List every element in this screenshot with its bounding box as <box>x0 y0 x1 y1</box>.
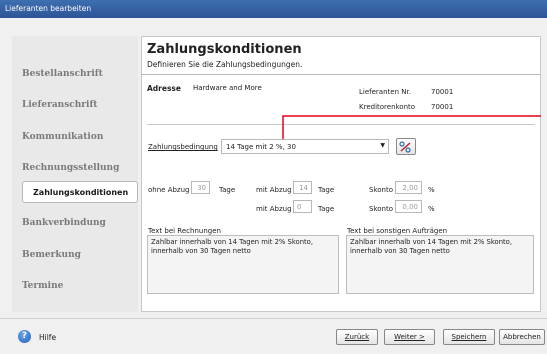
other-text-label: Text bei sonstigen Aufträgen <box>347 227 448 235</box>
mit-abzug-field-1[interactable]: 14 <box>293 181 312 194</box>
mit-abzug-unit-2: Tage <box>318 205 335 213</box>
ohne-abzug-label: ohne Abzug <box>148 186 190 194</box>
back-label: Zurück <box>344 333 370 341</box>
skonto-field-1[interactable]: 2,00 <box>395 181 422 194</box>
help-link[interactable]: Hilfe <box>39 333 56 342</box>
callout-line <box>282 115 541 139</box>
skonto-label-2: Skonto <box>369 205 393 213</box>
cancel-button[interactable]: Abbrechen <box>499 329 545 345</box>
invoice-text-area[interactable]: Zahlbar innerhalb von 14 Tagen mit 2% Sk… <box>147 235 339 294</box>
footer-divider <box>0 318 547 319</box>
skonto-pct-1: % <box>428 186 435 194</box>
skonto-pct-2: % <box>428 205 435 213</box>
save-label: Speichern <box>451 333 487 341</box>
mit-abzug-label-1: mit Abzug <box>256 186 292 194</box>
back-button[interactable]: Zurück <box>336 329 378 345</box>
mit-abzug-unit-1: Tage <box>318 186 335 194</box>
next-label: Weiter > <box>394 333 425 341</box>
ohne-abzug-field[interactable]: 30 <box>191 181 210 194</box>
skonto-label-1: Skonto <box>369 186 393 194</box>
save-button[interactable]: Speichern <box>443 329 495 345</box>
skonto-field-2[interactable]: 0,00 <box>395 200 422 213</box>
mit-abzug-field-2[interactable]: 0 <box>293 200 312 213</box>
ohne-abzug-unit: Tage <box>219 186 236 194</box>
other-text-area[interactable]: Zahlbar innerhalb von 14 Tagen mit 2% Sk… <box>346 235 534 294</box>
invoice-text-label: Text bei Rechnungen <box>148 227 221 235</box>
next-button[interactable]: Weiter > <box>384 329 435 345</box>
help-icon[interactable]: ? <box>18 330 31 343</box>
mit-abzug-label-2: mit Abzug <box>256 205 292 213</box>
